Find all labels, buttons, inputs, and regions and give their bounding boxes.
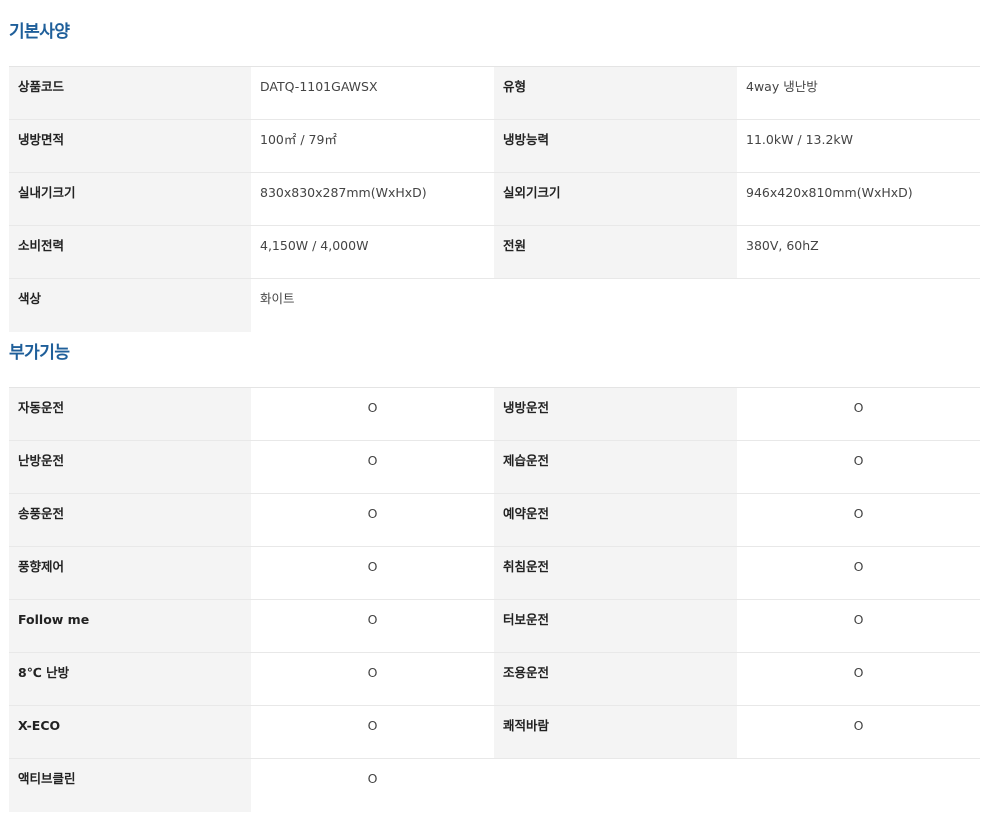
spec-value: 830x830x287mm(WxHxD) — [251, 172, 494, 226]
table-row: 실내기크기 830x830x287mm(WxHxD) 실외기크기 946x420x81… — [9, 172, 980, 226]
table-row: 상품코드 DATQ-1101GAWSX 유형 4way 냉난방 — [9, 66, 980, 120]
spec-label: 상품코드 — [9, 66, 251, 120]
spec-value: O — [737, 546, 980, 600]
spec-label: 터보운전 — [494, 599, 737, 653]
spec-value: O — [251, 652, 494, 706]
spec-label: 실외기크기 — [494, 172, 737, 226]
spec-label: Follow me — [9, 599, 251, 653]
spec-label: 냉방운전 — [494, 387, 737, 441]
table-row: 소비전력 4,150W / 4,000W 전원 380V, 60hZ — [9, 225, 980, 279]
spec-label: 예약운전 — [494, 493, 737, 547]
spec-label: 유형 — [494, 66, 737, 120]
table-row: 액티브클린 O — [9, 758, 980, 812]
basic-specs-table: 상품코드 DATQ-1101GAWSX 유형 4way 냉난방 냉방면적 100㎡ / 7… — [9, 66, 980, 332]
spec-value: O — [251, 387, 494, 441]
table-row: 풍향제어 O 취침운전 O — [9, 546, 980, 600]
spec-value: 4,150W / 4,000W — [251, 225, 494, 279]
empty-cell — [494, 758, 980, 812]
spec-value: DATQ-1101GAWSX — [251, 66, 494, 120]
spec-value: O — [251, 705, 494, 759]
table-row: 자동운전 O 냉방운전 O — [9, 387, 980, 441]
spec-label: 취침운전 — [494, 546, 737, 600]
table-row: 냉방면적 100㎡ / 79㎡ 냉방능력 11.0kW / 13.2kW — [9, 119, 980, 173]
basic-specs-title: 기본사양 — [9, 22, 70, 42]
spec-label: 자동운전 — [9, 387, 251, 441]
spec-label: 송풍운전 — [9, 493, 251, 547]
spec-label: 전원 — [494, 225, 737, 279]
spec-label: 쾌적바람 — [494, 705, 737, 759]
spec-label: 조용운전 — [494, 652, 737, 706]
spec-value: O — [251, 440, 494, 494]
spec-label: 색상 — [9, 278, 251, 332]
spec-value: O — [737, 705, 980, 759]
spec-label: 소비전력 — [9, 225, 251, 279]
spec-label: 제습운전 — [494, 440, 737, 494]
extra-features-table: 자동운전 O 냉방운전 O 난방운전 O 제습운전 O 송풍운전 O 예약운전 O 풍향제어 O 취침운전 O… — [9, 387, 980, 812]
table-row: Follow me O 터보운전 O — [9, 599, 980, 653]
spec-value: 화이트 — [251, 278, 494, 332]
table-row: 색상 화이트 — [9, 278, 980, 332]
table-row: 난방운전 O 제습운전 O — [9, 440, 980, 494]
spec-value: O — [251, 599, 494, 653]
spec-label: 풍향제어 — [9, 546, 251, 600]
empty-cell — [494, 278, 980, 332]
spec-value: O — [251, 493, 494, 547]
table-row: 송풍운전 O 예약운전 O — [9, 493, 980, 547]
spec-value: 380V, 60hZ — [737, 225, 980, 279]
spec-value: O — [737, 599, 980, 653]
table-row: 8℃ 난방 O 조용운전 O — [9, 652, 980, 706]
spec-value: 11.0kW / 13.2kW — [737, 119, 980, 173]
spec-label: 난방운전 — [9, 440, 251, 494]
spec-value: O — [737, 652, 980, 706]
spec-value: 100㎡ / 79㎡ — [251, 119, 494, 173]
extra-features-title: 부가기능 — [9, 343, 70, 363]
spec-label: 실내기크기 — [9, 172, 251, 226]
spec-label: X-ECO — [9, 705, 251, 759]
spec-label: 냉방면적 — [9, 119, 251, 173]
spec-value: 946x420x810mm(WxHxD) — [737, 172, 980, 226]
spec-value: O — [737, 387, 980, 441]
spec-label: 8℃ 난방 — [9, 652, 251, 706]
spec-value: 4way 냉난방 — [737, 66, 980, 120]
spec-label: 액티브클린 — [9, 758, 251, 812]
spec-value: O — [737, 493, 980, 547]
spec-value: O — [251, 758, 494, 812]
spec-value: O — [251, 546, 494, 600]
spec-label: 냉방능력 — [494, 119, 737, 173]
spec-value: O — [737, 440, 980, 494]
table-row: X-ECO O 쾌적바람 O — [9, 705, 980, 759]
